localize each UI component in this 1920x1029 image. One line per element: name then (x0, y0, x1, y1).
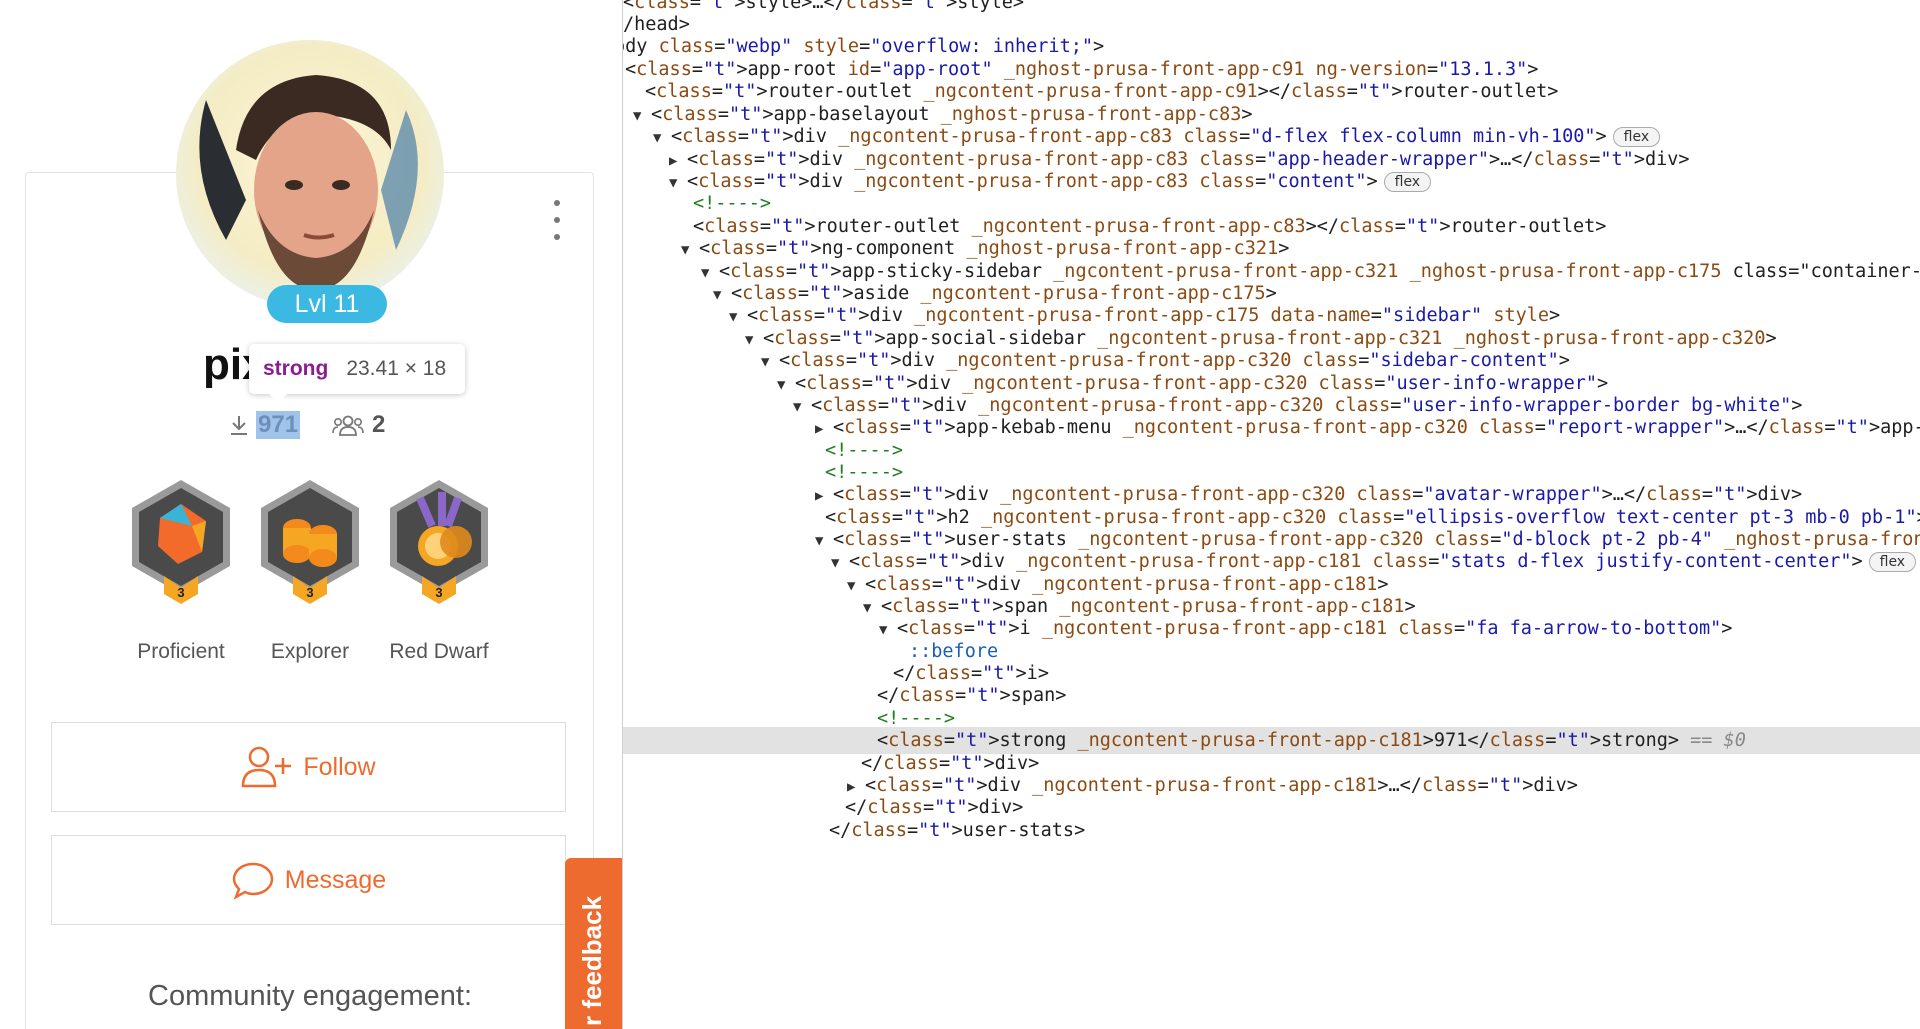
medal-icon: 3 (390, 480, 488, 604)
badge-explorer[interactable]: 3 (255, 476, 365, 606)
dom-node-text: ▼ <class="t">div _ngcontent-prusa-front-a… (831, 551, 1863, 572)
svg-text:3: 3 (177, 585, 184, 600)
dom-node-text: ody class="webp" style="overflow: inheri… (623, 36, 1105, 57)
svg-text:3: 3 (435, 585, 442, 600)
badge-label: Explorer (270, 640, 350, 663)
dom-node-text: ▼ <class="t">div _ngcontent-prusa-front-a… (847, 574, 1389, 595)
gem-icon: 3 (132, 480, 230, 604)
dom-node-text: <!----> (825, 440, 903, 461)
svg-text:3: 3 (306, 585, 313, 600)
dom-node-text: ▼ <class="t">i _ngcontent-prusa-front-app… (879, 618, 1733, 639)
dom-node-text: <class="t">h2 _ngcontent-prusa-front-app… (825, 507, 1920, 528)
dom-node-text: ▼ <class="t">div _ngcontent-prusa-front-a… (729, 305, 1561, 326)
message-button[interactable]: Message (51, 835, 566, 925)
arrow-to-bottom-icon (231, 416, 247, 435)
avatar-image (176, 40, 444, 308)
flex-badge[interactable]: flex (1868, 552, 1917, 572)
community-engagement-heading: Community engagement: (148, 980, 472, 1012)
dom-node-text: <!----> (693, 193, 771, 214)
badge-proficient[interactable]: 3 (126, 476, 236, 606)
follow-button-label: Follow (303, 752, 376, 781)
feedback-tab[interactable]: r feedback (565, 858, 622, 1029)
user-plus-icon (242, 746, 292, 788)
dom-node-text: ▼ <class="t">aside _ngcontent-prusa-front… (713, 283, 1277, 304)
dom-node-text: ▼ <class="t">app-sticky-sidebar _ngconten… (701, 261, 1920, 282)
badge-label: Red Dwarf (389, 640, 489, 663)
dom-node-text: ▼ <class="t">ng-component _nghost-prusa-f… (681, 238, 1290, 259)
user-stats: 971 2 (228, 410, 387, 440)
dom-node-text: ▼ <class="t">div _ngcontent-prusa-front-a… (653, 126, 1607, 147)
dom-node-text: ::before (909, 641, 999, 662)
message-button-label: Message (284, 865, 387, 894)
dom-node-text: </class="t">div> (861, 753, 1040, 774)
level-badge: Lvl 11 (267, 285, 387, 323)
dom-node-text: ▼ <class="t">app-baselayout _nghost-prusa… (633, 104, 1253, 125)
coins-icon: 3 (261, 480, 359, 604)
dom-node-text: ▶ <class="t">app-kebab-menu _ngcontent-pr… (815, 417, 1920, 438)
devtools-elements-panel: <class="t">style>…</class="t">style>/hea… (623, 0, 1920, 1029)
followers-count: 2 (372, 411, 386, 438)
dom-node-text: ▼ <class="t">div _ngcontent-prusa-front-a… (669, 171, 1378, 192)
tooltip-tag: strong (263, 357, 329, 380)
element-inspector-tooltip: strong 23.41 × 18 (249, 344, 465, 403)
dom-node-text: ▼ <class="t">user-stats _ngcontent-prusa-… (815, 529, 1920, 550)
dom-node-text: ▶ <class="t">div _ngcontent-prusa-front-a… (669, 149, 1690, 170)
badge-label: Proficient (137, 640, 225, 663)
dom-node-text: </class="t">i> (893, 663, 1049, 684)
comment-icon (232, 862, 274, 900)
dom-node-text: <class="t">router-outlet _ngcontent-prus… (645, 81, 1559, 102)
kebab-menu-icon[interactable] (550, 200, 564, 240)
tooltip-dimensions: 23.41 × 18 (346, 357, 447, 380)
selected-node-marker: == $0 (1679, 730, 1746, 751)
dom-node-text: <class="t">app-root id="app-root" _nghos… (625, 59, 1539, 80)
feedback-tab-label: r feedback (577, 895, 607, 1026)
dom-node-text: <class="t">strong _ngcontent-prusa-front… (877, 730, 1679, 751)
dom-node-text: </class="t">div> (845, 797, 1024, 818)
dom-node-text: <!----> (877, 708, 955, 729)
dom-node-text: ▼ <class="t">div _ngcontent-prusa-front-a… (793, 395, 1803, 416)
dom-node-text: ▶ <class="t">div _ngcontent-prusa-front-a… (815, 484, 1803, 505)
dom-node-text: </class="t">user-stats> (829, 820, 1086, 841)
dom-node-text: <!----> (825, 462, 903, 483)
dom-node-text: ▼ <class="t">app-social-sidebar _ngconten… (745, 328, 1777, 349)
downloads-count: 971 (256, 411, 301, 439)
dom-node-text: <class="t">router-outlet _ngcontent-prus… (693, 216, 1607, 237)
dom-node-text: ▼ <class="t">div _ngcontent-prusa-front-a… (777, 373, 1609, 394)
flex-badge[interactable]: flex (1383, 172, 1432, 192)
flex-badge[interactable]: flex (1612, 127, 1661, 147)
avatar[interactable] (176, 40, 444, 308)
dom-node-text: /head> (623, 14, 690, 35)
dom-node[interactable]: </class="t">user-stats> (623, 817, 1085, 844)
users-icon (332, 415, 364, 436)
profile-sidebar: Lvl 11 pix strong 23.41 × 18 971 2 3 3 3… (0, 0, 622, 1029)
dom-node-text: ▼ <class="t">div _ngcontent-prusa-front-a… (761, 350, 1570, 371)
dom-node-text: ▼ <class="t">span _ngcontent-prusa-front-… (863, 596, 1416, 617)
dom-node-text: ▶ <class="t">div _ngcontent-prusa-front-a… (847, 775, 1578, 796)
badge-red-dwarf[interactable]: 3 (384, 476, 494, 606)
dom-node-text: </class="t">span> (877, 685, 1067, 706)
follow-button[interactable]: Follow (51, 722, 566, 812)
